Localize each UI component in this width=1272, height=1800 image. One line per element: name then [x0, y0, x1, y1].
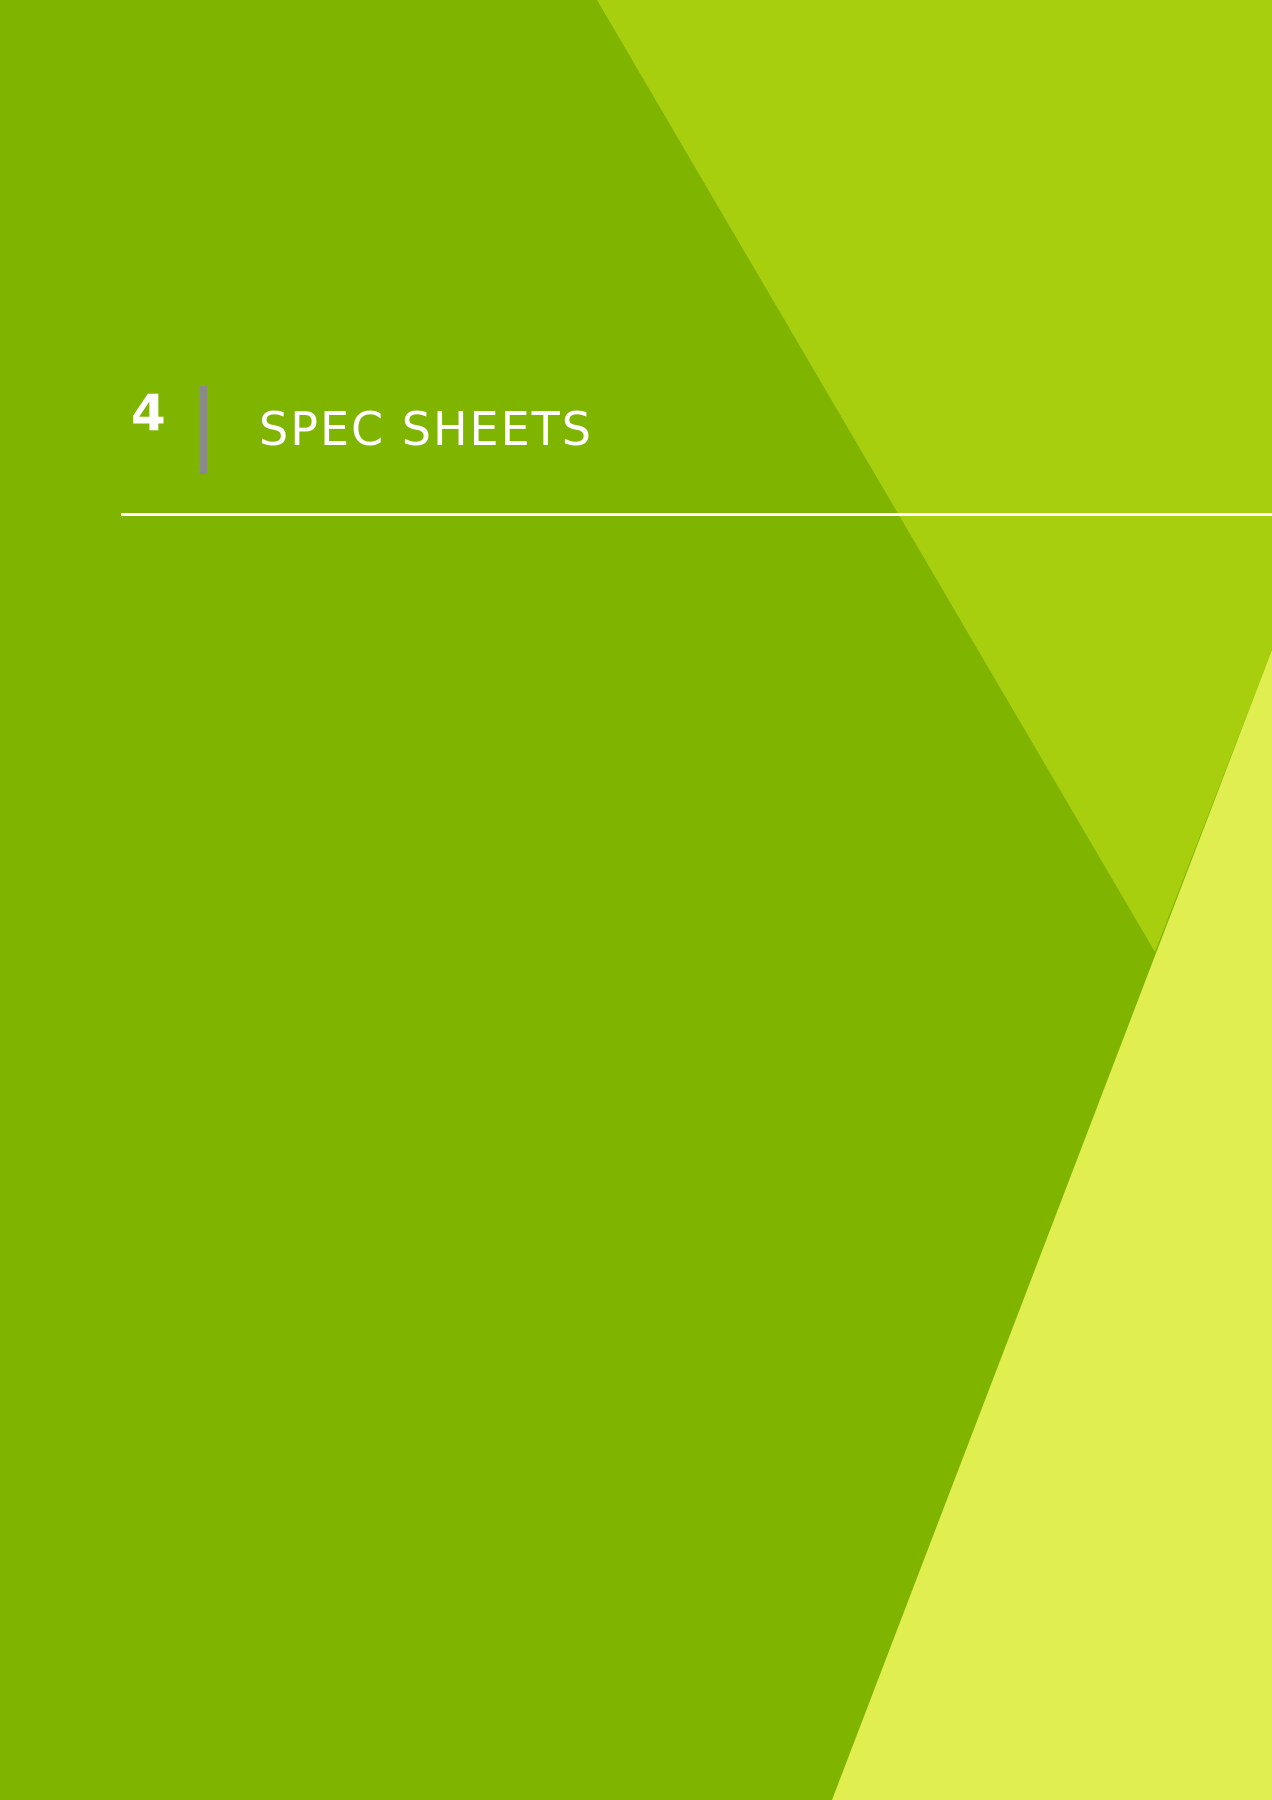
section-cover-page: 4 SPEC SHEETS — [0, 0, 1272, 1800]
heading-rule — [121, 513, 1272, 516]
background-shapes — [597, 0, 1272, 1800]
chapter-title: SPEC SHEETS — [259, 402, 593, 456]
upper-right-panel — [597, 0, 1272, 952]
lower-right-panel — [832, 650, 1272, 1800]
chapter-divider-bar — [200, 386, 207, 474]
chapter-number: 4 — [131, 384, 166, 442]
